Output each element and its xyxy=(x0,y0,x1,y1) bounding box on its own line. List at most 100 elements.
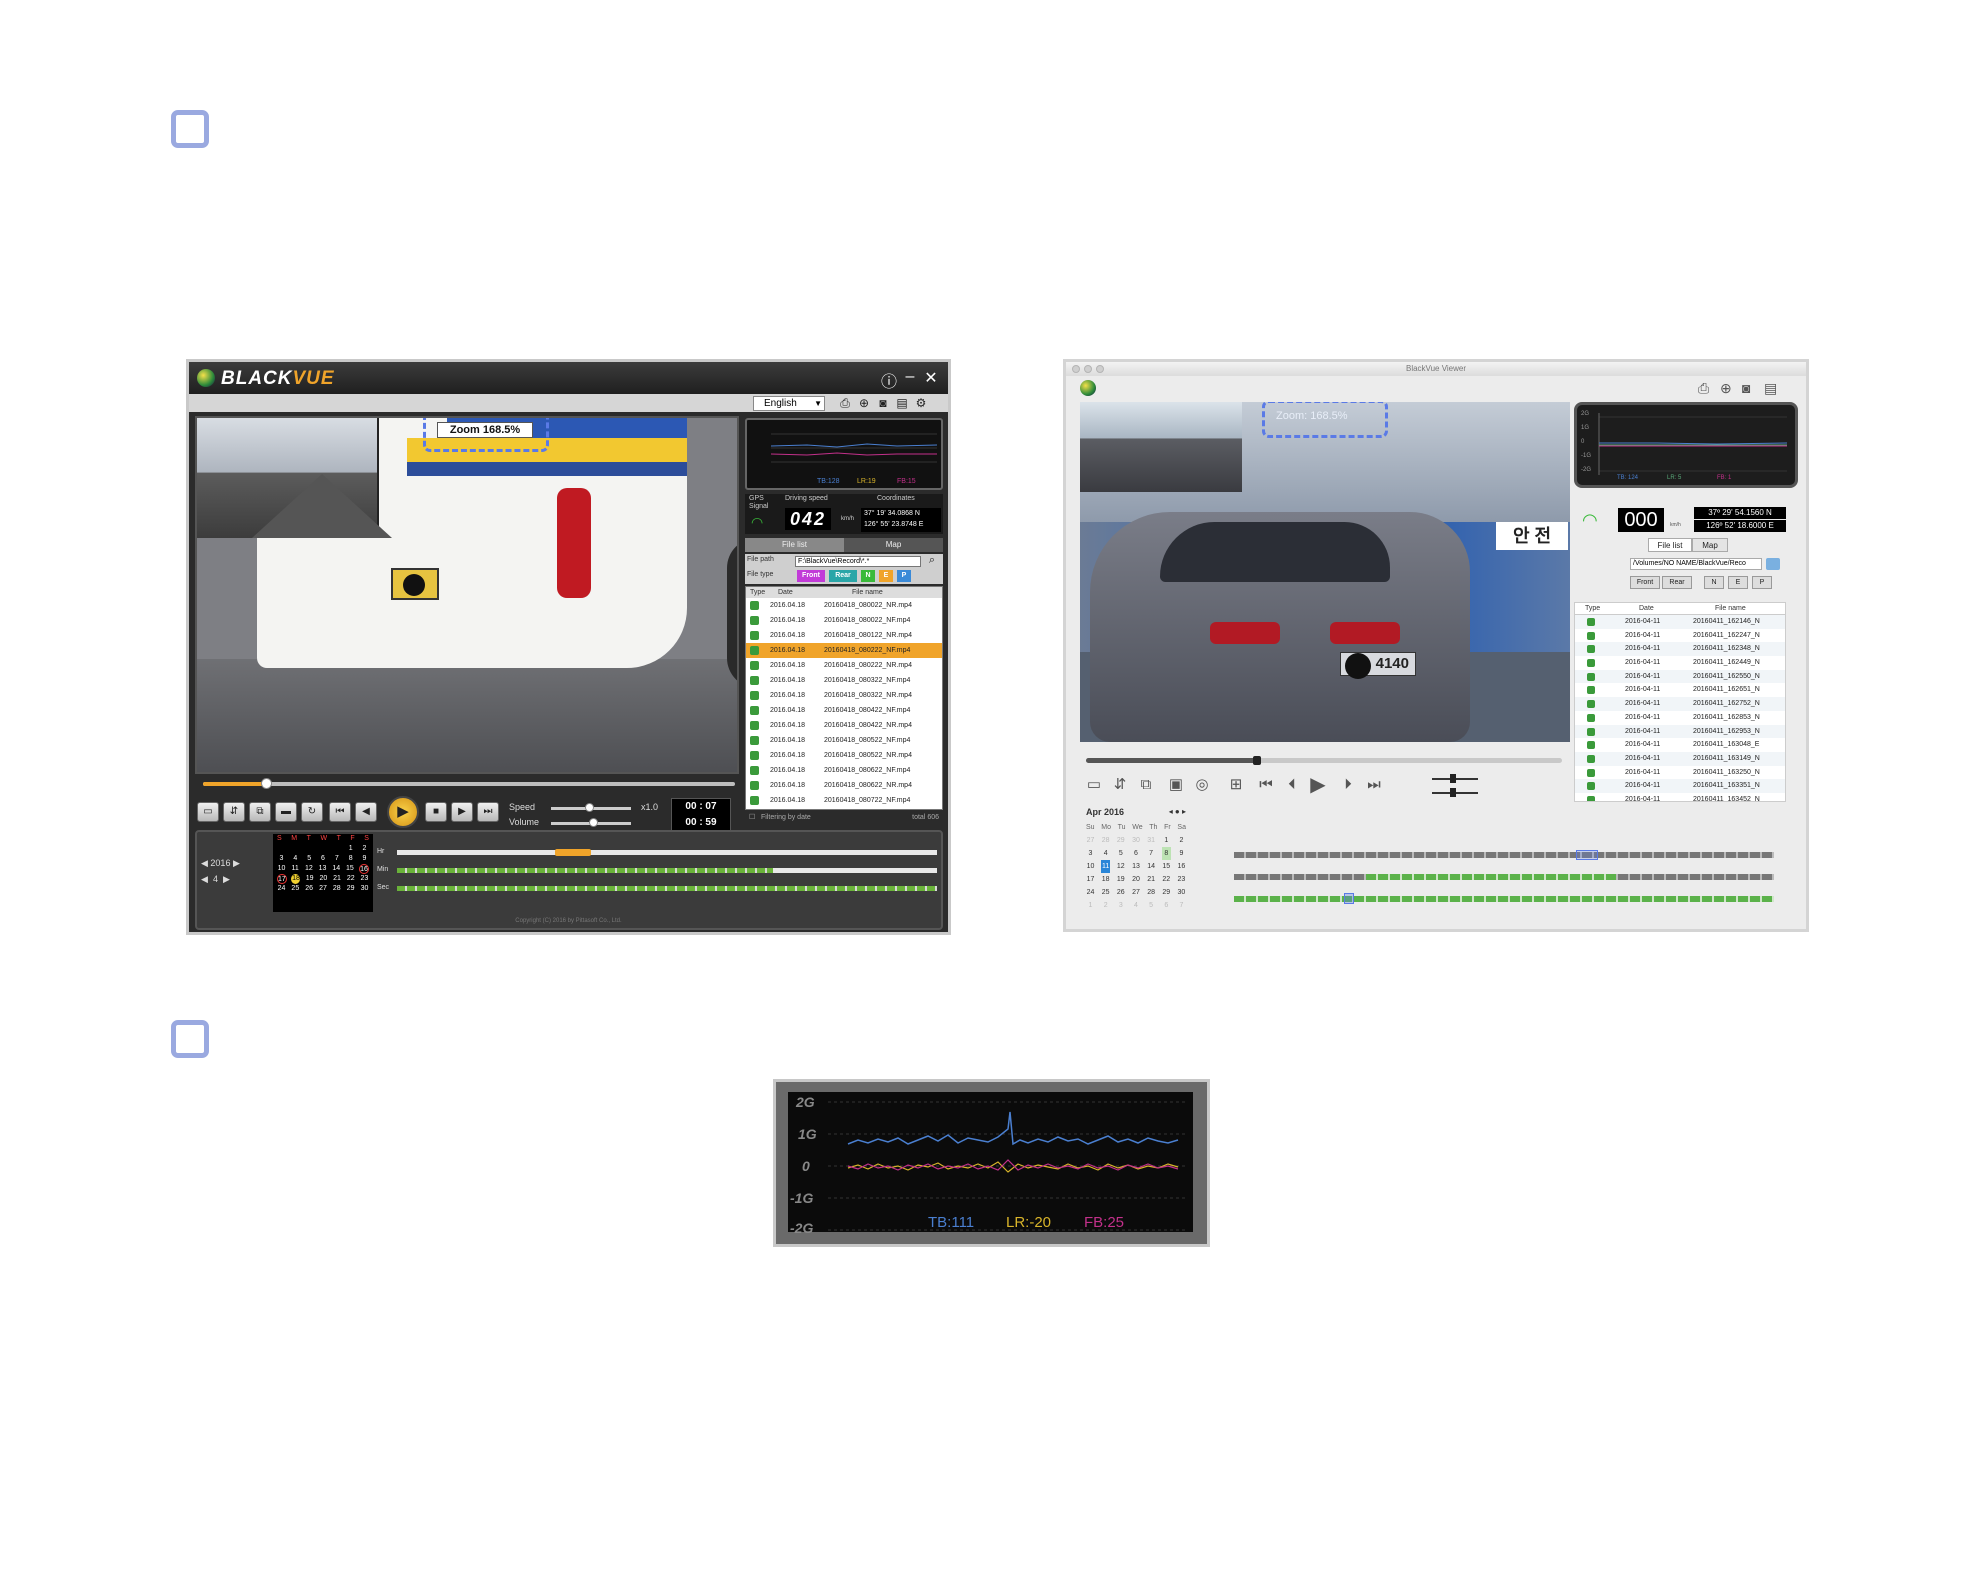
tab-file-list[interactable]: File list xyxy=(1648,538,1692,552)
calendar-nav[interactable]: ◂ ● ▸ xyxy=(1169,807,1186,816)
calendar-day[interactable]: 26 xyxy=(1116,886,1125,899)
file-list-row[interactable]: 2016.04.18 20160418_080322_NR.mp4 xyxy=(746,688,942,703)
filter-rear-button[interactable]: Rear xyxy=(1662,576,1692,589)
file-list-row[interactable]: 2016-04-11 20160411_162449_N xyxy=(1575,656,1785,670)
file-list-row[interactable]: 2016-04-11 20160411_163048_E xyxy=(1575,738,1785,752)
calendar-day[interactable]: 21 xyxy=(333,874,342,884)
minimize-window-button[interactable] xyxy=(1084,365,1092,373)
calendar-day[interactable]: 6 xyxy=(1162,899,1171,912)
calendar-day[interactable]: 10 xyxy=(1086,860,1095,873)
file-list-row[interactable]: 2016-04-11 20160411_162752_N xyxy=(1575,697,1785,711)
calendar-day[interactable]: 1 xyxy=(346,844,355,854)
calendar-day[interactable]: 16 xyxy=(1177,860,1186,873)
calendar-day[interactable]: 15 xyxy=(1162,860,1171,873)
calendar-day[interactable]: 3 xyxy=(1086,847,1095,860)
step-forward-icon[interactable]: ⏵ xyxy=(1338,776,1358,794)
file-list-row[interactable]: 2016-04-11 20160411_162348_N xyxy=(1575,642,1785,657)
map-icon[interactable]: ⊕ xyxy=(1720,380,1732,397)
calendar-day[interactable]: 7 xyxy=(332,854,341,864)
second-track[interactable] xyxy=(397,886,937,891)
export-icon[interactable]: ⎙ xyxy=(1698,380,1709,397)
calendar-day[interactable]: 22 xyxy=(346,874,355,884)
search-icon[interactable]: ⌕ xyxy=(924,554,940,568)
calendar-day[interactable]: 8 xyxy=(346,854,355,864)
filter-normal-button[interactable]: N xyxy=(861,570,875,582)
rear-camera-pip[interactable] xyxy=(197,418,392,538)
calendar-day[interactable]: 17 xyxy=(1086,873,1095,886)
play-icon[interactable]: ▶ xyxy=(1308,775,1328,795)
language-select[interactable]: English ▼ xyxy=(753,396,825,411)
filter-checkbox[interactable]: ☐ xyxy=(749,812,755,824)
file-list-row[interactable]: 2016-04-11 20160411_163351_N xyxy=(1575,779,1785,793)
calendar-day[interactable]: 7 xyxy=(1177,899,1186,912)
calendar-day[interactable]: 11 xyxy=(1101,860,1111,873)
calendar[interactable]: Apr 2016 ◂ ● ▸ Su Mo Tu We Th Fr Sa 27 28 29 30 31… xyxy=(1086,807,1186,917)
calendar-day[interactable]: 18 xyxy=(291,874,301,884)
next-file-button[interactable]: ⏭ xyxy=(477,802,499,822)
calendar-day[interactable]: 29 xyxy=(346,884,355,894)
calendar-day[interactable]: 12 xyxy=(304,864,313,874)
flip-icon[interactable]: ⇵ xyxy=(1110,776,1130,794)
calendar-day[interactable]: 9 xyxy=(1177,847,1186,860)
print-icon[interactable]: ▤ xyxy=(894,395,910,411)
minimize-icon[interactable]: – xyxy=(900,368,920,386)
prev-file-button[interactable]: ⏮ xyxy=(329,802,351,822)
filter-parking-button[interactable]: P xyxy=(1752,576,1772,589)
rotate-button[interactable]: ↻ xyxy=(301,802,323,822)
calendar-day[interactable]: 27 xyxy=(318,884,327,894)
close-icon[interactable]: ✕ xyxy=(921,368,941,388)
year-selector[interactable]: ◀ 2016 ▶ xyxy=(201,858,240,869)
file-list-row[interactable]: 2016.04.18 20160418_080422_NR.mp4 xyxy=(746,718,942,733)
calendar-day[interactable]: 27 xyxy=(1086,834,1095,847)
calendar-day[interactable]: 25 xyxy=(291,884,300,894)
file-path-input[interactable]: /Volumes/NO NAME/BlackVue/Reco xyxy=(1630,558,1762,570)
calendar-day[interactable]: 26 xyxy=(305,884,314,894)
speed-slider-handle[interactable] xyxy=(1450,774,1456,783)
filter-event-button[interactable]: E xyxy=(879,570,893,582)
calendar-day[interactable]: 18 xyxy=(1101,873,1110,886)
gear-icon[interactable]: ⚙ xyxy=(913,395,929,411)
calendar-day[interactable]: 19 xyxy=(1116,873,1125,886)
file-list-row[interactable]: 2016.04.18 20160418_080222_NR.mp4 xyxy=(746,658,942,673)
tab-file-list[interactable]: File list xyxy=(745,538,844,552)
file-list-row[interactable]: 2016.04.18 20160418_080022_NF.mp4 xyxy=(746,613,942,628)
calendar-day[interactable]: 24 xyxy=(1086,886,1095,899)
file-list-row[interactable]: 2016-04-11 20160411_162247_N xyxy=(1575,629,1785,643)
calendar-day[interactable]: 20 xyxy=(1131,873,1140,886)
calendar-day[interactable]: 23 xyxy=(1177,873,1186,886)
file-list-row[interactable]: 2016-04-11 20160411_162651_N xyxy=(1575,683,1785,697)
calendar-day[interactable]: 4 xyxy=(1101,847,1110,860)
file-list-row[interactable]: 2016.04.18 20160418_080722_NF.mp4 xyxy=(746,793,942,808)
calendar-day[interactable]: 15 xyxy=(345,864,354,874)
pip-icon[interactable]: ⧉ xyxy=(1136,776,1156,794)
info-icon[interactable]: ⓘ xyxy=(879,368,899,392)
calendar-day[interactable] xyxy=(305,844,314,854)
calendar-day[interactable]: 5 xyxy=(1147,899,1156,912)
calendar-day[interactable]: 4 xyxy=(291,854,300,864)
calendar-day[interactable]: 14 xyxy=(1147,860,1156,873)
calendar-day[interactable]: 13 xyxy=(1131,860,1140,873)
video-player[interactable]: Zoom 168.5% xyxy=(195,416,739,774)
prev-file-icon[interactable]: ⏮ xyxy=(1256,776,1276,794)
calendar-day[interactable]: 13 xyxy=(318,864,327,874)
calendar-day[interactable]: 6 xyxy=(318,854,327,864)
calendar-day[interactable]: 17 xyxy=(277,874,287,884)
filter-front-button[interactable]: Front xyxy=(797,570,825,582)
calendar-day[interactable]: 5 xyxy=(305,854,314,864)
file-list-row[interactable]: 2016.04.18 20160418_080222_NF.mp4 xyxy=(746,643,942,658)
calendar-day[interactable]: 7 xyxy=(1147,847,1156,860)
calendar-day[interactable]: 10 xyxy=(277,864,286,874)
filter-event-button[interactable]: E xyxy=(1728,576,1748,589)
calendar-day[interactable]: 29 xyxy=(1162,886,1171,899)
camera-icon[interactable]: ◙ xyxy=(1742,380,1750,396)
file-list-row[interactable]: 2016-04-11 20160411_163250_N xyxy=(1575,766,1785,780)
file-list-row[interactable]: 2016-04-11 20160411_163452_N xyxy=(1575,793,1785,801)
calendar-day[interactable]: 12 xyxy=(1116,860,1125,873)
file-list-row[interactable]: 2016-04-11 20160411_162146_N xyxy=(1575,615,1785,629)
filter-rear-button[interactable]: Rear xyxy=(829,570,857,582)
file-list-row[interactable]: 2016.04.18 20160418_080122_NR.mp4 xyxy=(746,628,942,643)
step-forward-button[interactable]: ▶︎ xyxy=(451,802,473,822)
second-track[interactable] xyxy=(1234,896,1774,902)
calendar-day[interactable]: 21 xyxy=(1147,873,1156,886)
map-icon[interactable]: ⊕ xyxy=(856,395,872,411)
